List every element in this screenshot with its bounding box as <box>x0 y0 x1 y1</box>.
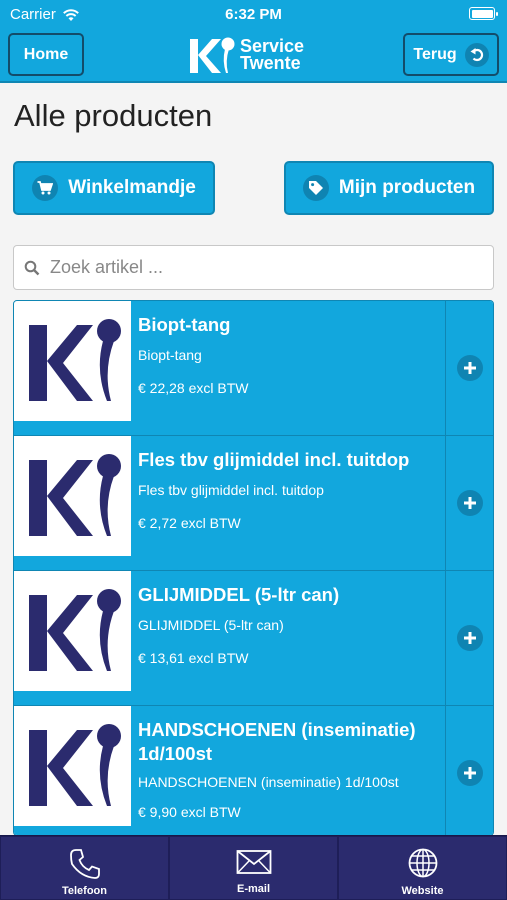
product-description: GLIJMIDDEL (5-ltr can) <box>138 617 284 633</box>
ki-logo-image <box>28 319 121 401</box>
battery-icon <box>469 7 498 20</box>
back-button[interactable]: Terug <box>403 33 499 76</box>
product-info: Fles tbv glijmiddel incl. tuitdop Fles t… <box>131 436 445 570</box>
product-price: € 9,90 excl BTW <box>138 804 241 820</box>
undo-arrow-icon <box>464 42 489 67</box>
back-button-label: Terug <box>413 45 457 63</box>
product-thumbnail <box>14 436 131 556</box>
cart-icon <box>32 175 59 201</box>
list-item[interactable]: HANDSCHOENEN (inseminatie) 1d/100st HAND… <box>14 706 493 835</box>
add-product-button[interactable] <box>445 571 493 705</box>
product-title: HANDSCHOENEN (inseminatie) 1d/100st <box>138 719 416 764</box>
bottom-tab-bar: Telefoon E-mail Website <box>0 835 507 900</box>
home-button[interactable]: Home <box>8 33 84 76</box>
tag-icon <box>302 175 329 201</box>
tab-phone[interactable]: Telefoon <box>0 836 169 900</box>
tab-website-label: Website <box>401 885 444 897</box>
home-button-label: Home <box>23 45 69 63</box>
tab-phone-label: Telefoon <box>61 885 107 897</box>
ki-logo-image <box>28 454 121 536</box>
status-bar: Carrier 6:32 PM <box>0 0 507 28</box>
product-info: Biopt-tang Biopt-tang € 22,28 excl BTW <box>131 301 445 435</box>
add-product-button[interactable] <box>445 301 493 435</box>
product-thumbnail <box>14 706 131 826</box>
product-info: HANDSCHOENEN (inseminatie) 1d/100st HAND… <box>131 706 445 835</box>
service-twente-logo: Service Twente <box>188 34 328 76</box>
product-description: HANDSCHOENEN (inseminatie) 1d/100st <box>138 774 399 790</box>
product-thumbnail <box>14 571 131 691</box>
logo-text-twente: Twente <box>240 53 301 73</box>
logo-text: Service Twente <box>240 37 304 73</box>
plus-icon <box>456 490 483 516</box>
tab-email[interactable]: E-mail <box>169 836 338 900</box>
product-list: Biopt-tang Biopt-tang € 22,28 excl BTW F… <box>13 300 494 836</box>
product-price: € 22,28 excl BTW <box>138 380 249 396</box>
envelope-icon <box>236 850 271 874</box>
list-item[interactable]: Biopt-tang Biopt-tang € 22,28 excl BTW <box>14 301 493 436</box>
search-bar <box>13 245 494 290</box>
plus-icon <box>456 355 483 381</box>
product-description: Biopt-tang <box>138 347 202 363</box>
my-products-button-label: Mijn producten <box>338 177 476 198</box>
add-product-button[interactable] <box>445 436 493 570</box>
plus-icon <box>456 760 483 786</box>
add-product-button[interactable] <box>445 706 493 835</box>
phone-icon <box>69 849 100 879</box>
search-icon <box>24 260 40 275</box>
product-title: GLIJMIDDEL (5-ltr can) <box>138 584 340 605</box>
globe-icon <box>408 848 437 878</box>
tab-email-label: E-mail <box>236 883 270 895</box>
my-products-button[interactable]: Mijn producten <box>284 161 494 215</box>
plus-icon <box>456 625 483 651</box>
search-input[interactable] <box>50 257 450 278</box>
shopping-cart-button[interactable]: Winkelmandje <box>13 161 215 215</box>
product-title: Biopt-tang <box>138 314 231 335</box>
ki-logo-mark <box>190 37 235 73</box>
list-item[interactable]: GLIJMIDDEL (5-ltr can) GLIJMIDDEL (5-ltr… <box>14 571 493 706</box>
ki-logo-image <box>28 724 121 806</box>
product-description: Fles tbv glijmiddel incl. tuitdop <box>138 482 324 498</box>
product-thumbnail <box>14 301 131 421</box>
status-time: 6:32 PM <box>225 6 282 23</box>
product-price: € 13,61 excl BTW <box>138 650 249 666</box>
product-title: Fles tbv glijmiddel incl. tuitdop <box>138 449 410 470</box>
product-price: € 2,72 excl BTW <box>138 515 241 531</box>
product-info: GLIJMIDDEL (5-ltr can) GLIJMIDDEL (5-ltr… <box>131 571 445 705</box>
shopping-cart-button-label: Winkelmandje <box>68 177 196 198</box>
list-item[interactable]: Fles tbv glijmiddel incl. tuitdop Fles t… <box>14 436 493 571</box>
ki-logo-image <box>28 589 121 671</box>
tab-website[interactable]: Website <box>338 836 507 900</box>
page-title: Alle producten <box>14 98 213 133</box>
top-navigation-bar: Home Service Twente Terug <box>0 28 507 83</box>
